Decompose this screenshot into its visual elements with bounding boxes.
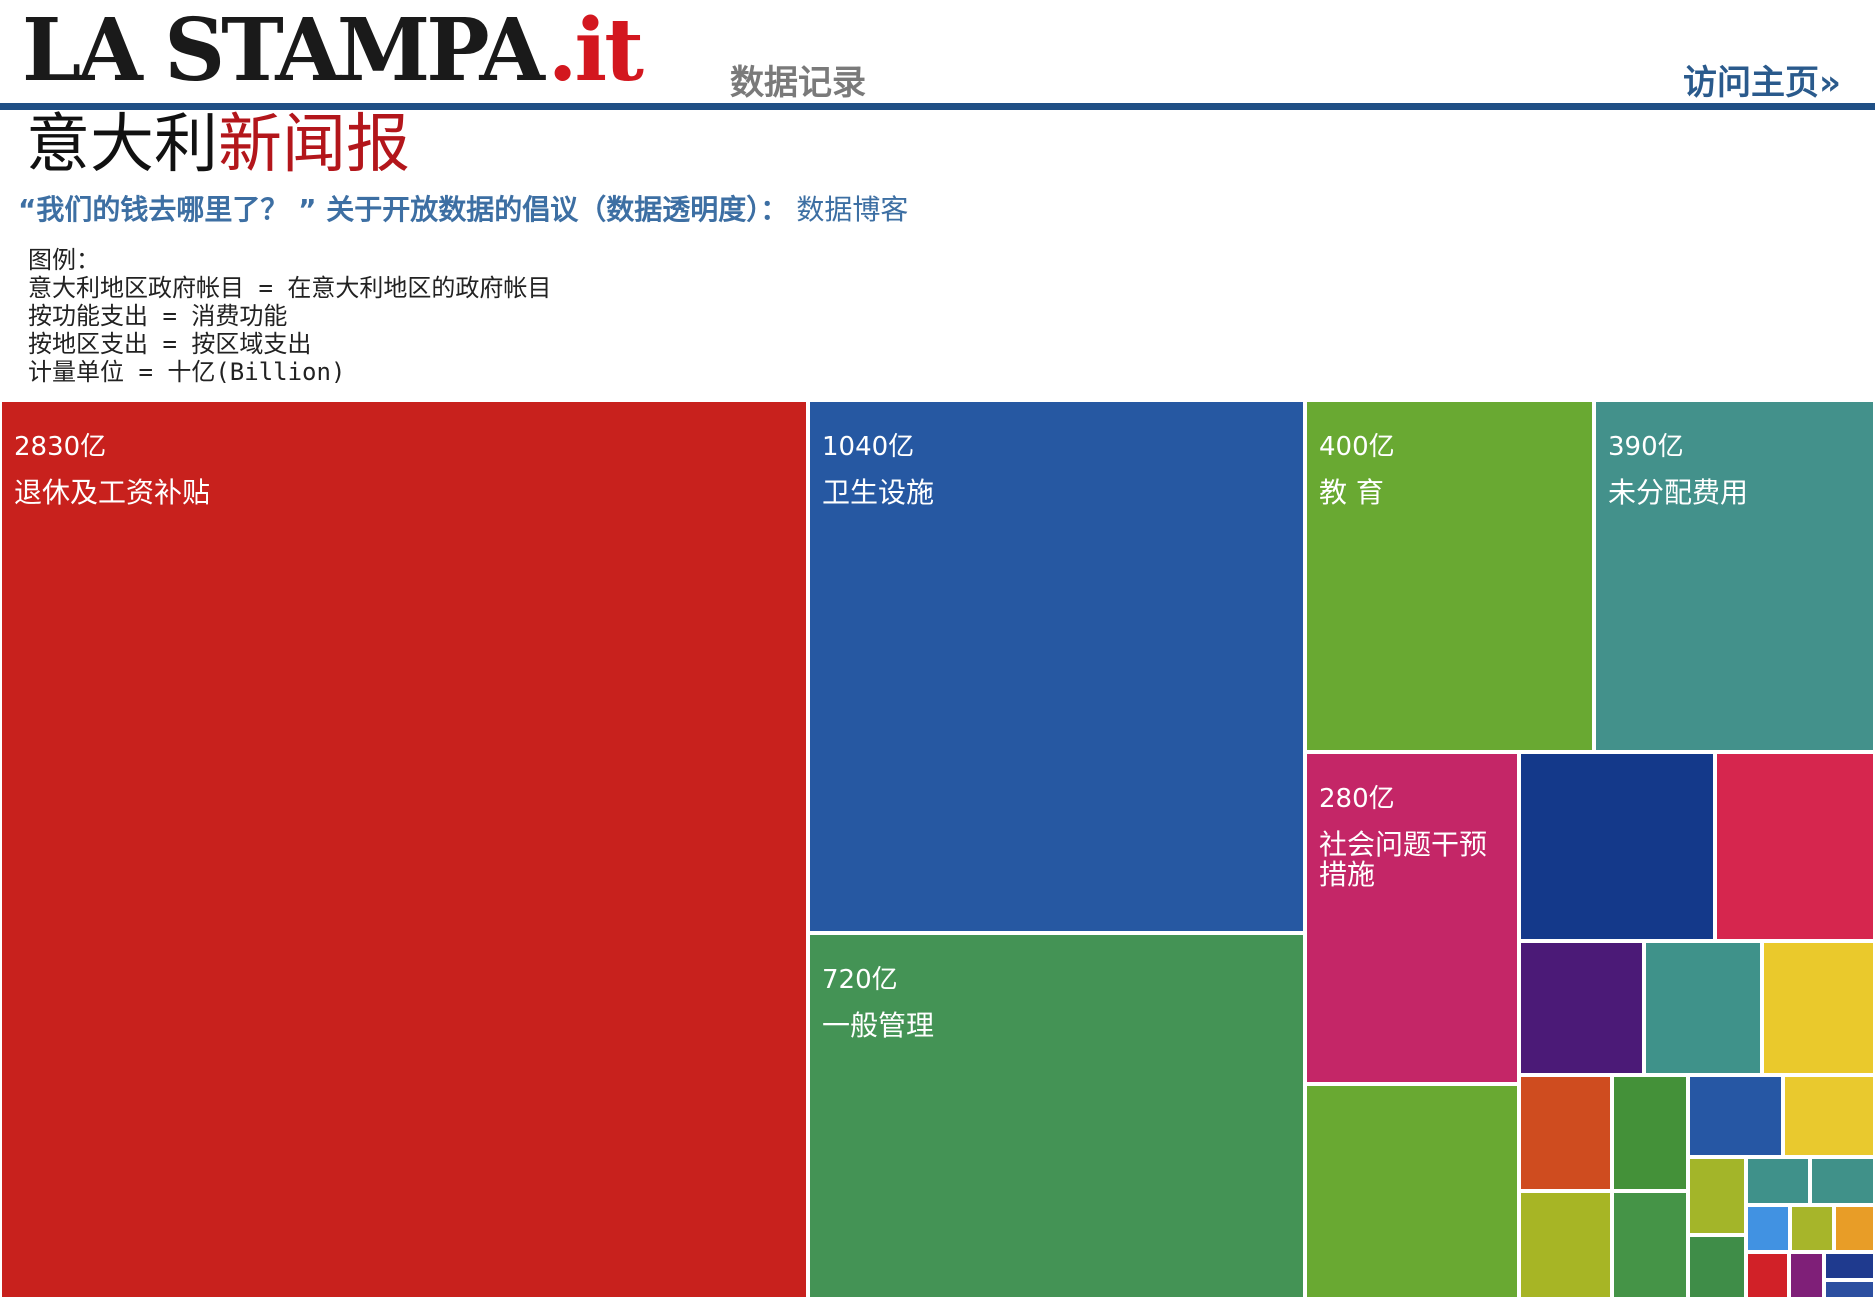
treemap-tile[interactable] <box>1305 1084 1519 1299</box>
treemap-tile[interactable] <box>1746 1157 1810 1205</box>
la-stampa-logo[interactable]: LA STAMPA .it <box>22 0 644 101</box>
tile-value: 400亿 <box>1319 432 1395 462</box>
treemap-tile[interactable] <box>1688 1157 1746 1235</box>
treemap-tile[interactable] <box>1783 1075 1875 1157</box>
legend-line: 按功能支出 = 消费功能 <box>28 302 288 330</box>
subtitle-italy: 意大利 <box>26 108 218 182</box>
legend-title: 图例： <box>28 246 100 274</box>
treemap-tile[interactable] <box>1746 1205 1790 1252</box>
page-subtitle: 意大利新闻报 <box>26 110 410 180</box>
treemap-tile[interactable] <box>1519 941 1644 1075</box>
tile-value: 720亿 <box>822 965 898 995</box>
tagline-text: “我们的钱去哪里了？ ” 关于开放数据的倡议（数据透明度）： <box>18 193 789 226</box>
treemap-tile[interactable] <box>1612 1191 1688 1299</box>
treemap-tile[interactable] <box>1644 941 1762 1075</box>
treemap-tile[interactable] <box>1810 1157 1875 1205</box>
treemap-tile[interactable] <box>1519 1075 1612 1191</box>
treemap-tile[interactable] <box>1746 1252 1789 1299</box>
treemap-tile[interactable] <box>1519 752 1715 941</box>
treemap-tile[interactable] <box>1612 1075 1688 1191</box>
treemap-tile[interactable] <box>1824 1252 1875 1280</box>
tile-label: 一般管理 <box>822 1009 935 1042</box>
tile-value: 390亿 <box>1608 432 1684 462</box>
legend-line: 按地区支出 = 按区域支出 <box>28 330 312 358</box>
spending-treemap: 2830亿 退休及工资补贴 1040亿 卫生设施 720亿 一般管理 400亿教 育 390亿… <box>0 400 1875 1299</box>
treemap-tile[interactable] <box>1688 1075 1783 1157</box>
treemap-tile[interactable] <box>1824 1280 1875 1299</box>
legend-line: 计量单位 = 十亿(Billion) <box>28 358 346 386</box>
treemap-tile[interactable] <box>1762 941 1875 1075</box>
tile-value: 1040亿 <box>822 432 915 462</box>
treemap-tile[interactable]: 280亿社会问题干预措施 <box>1305 752 1519 1084</box>
logo-suffix: .it <box>547 0 644 101</box>
subtitle-newspaper: 新闻报 <box>218 108 410 182</box>
home-link[interactable]: 访问主页» <box>1683 55 1841 104</box>
legend: 图例： 意大利地区政府帐目 = 在意大利地区的政府帐目 按功能支出 = 消费功能… <box>28 246 551 386</box>
treemap-tile[interactable]: 1040亿卫生设施 <box>808 400 1305 933</box>
tile-label: 教 育 <box>1319 476 1384 509</box>
tile-label: 社会问题干预措施 <box>1319 828 1488 891</box>
legend-line: 意大利地区政府帐目 = 在意大利地区的政府帐目 <box>28 274 552 302</box>
initiative-tagline: “我们的钱去哪里了？ ” 关于开放数据的倡议（数据透明度）： 数据博客 <box>18 188 908 228</box>
logo-text: LA STAMPA <box>22 0 545 101</box>
treemap-tile[interactable] <box>1715 752 1875 941</box>
section-label: 数据记录 <box>730 63 866 103</box>
treemap-tile[interactable]: 720亿一般管理 <box>808 933 1305 1299</box>
treemap-tile[interactable]: 2830亿退休及工资补贴 <box>0 400 808 1299</box>
tile-value: 280亿 <box>1319 784 1395 814</box>
site-header: LA STAMPA .it 数据记录 访问主页» <box>0 0 1875 112</box>
treemap-tile[interactable] <box>1688 1235 1746 1299</box>
tile-label: 卫生设施 <box>822 476 935 509</box>
treemap-tile[interactable] <box>1519 1191 1612 1299</box>
treemap-tile[interactable]: 400亿教 育 <box>1305 400 1594 752</box>
treemap-tile[interactable] <box>1789 1252 1824 1299</box>
treemap-tile[interactable]: 390亿未分配费用 <box>1594 400 1875 752</box>
treemap-tile[interactable] <box>1790 1205 1834 1252</box>
tile-label: 未分配费用 <box>1608 476 1749 509</box>
tile-label: 退休及工资补贴 <box>14 476 211 509</box>
treemap-tile[interactable] <box>1834 1205 1875 1252</box>
tile-value: 2830亿 <box>14 432 107 462</box>
data-blog-link[interactable]: 数据博客 <box>796 193 908 226</box>
